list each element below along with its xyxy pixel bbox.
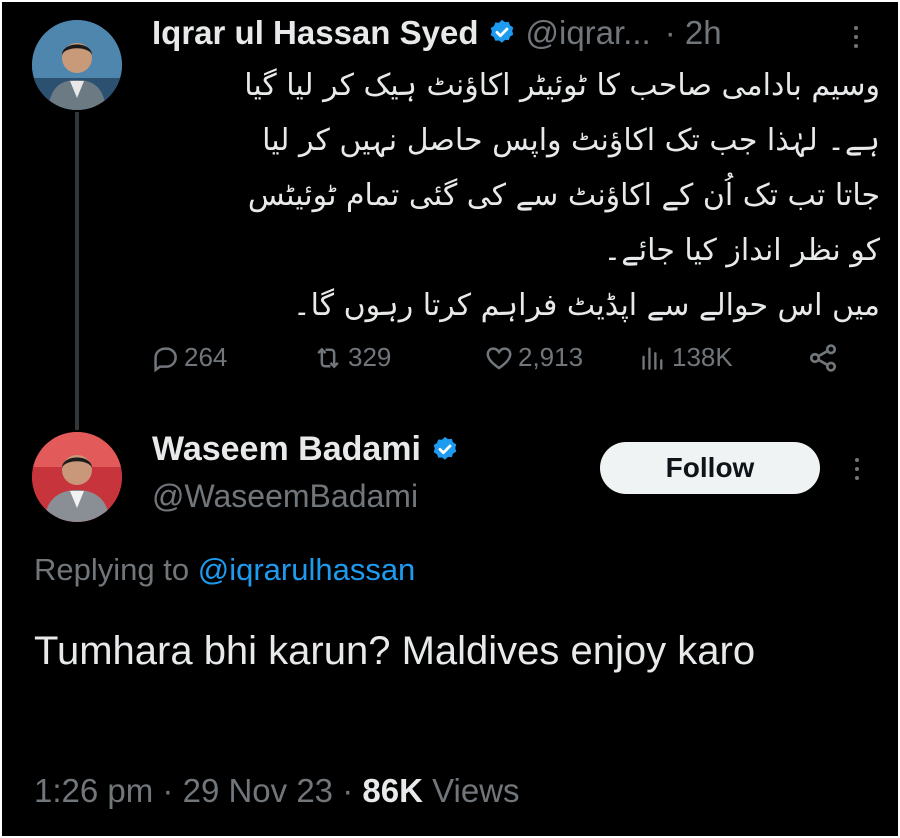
tweet-date[interactable]: 29 Nov 23	[183, 772, 333, 809]
original-author-row: Iqrar ul Hassan Syed @iqrar... · 2h	[152, 14, 722, 52]
repost-count: 329	[348, 342, 392, 372]
reply-count: 264	[184, 342, 228, 372]
tweet-line: وسیم بادامی صاحب کا ٹوئیٹر اکاؤنٹ ہیک کر…	[244, 68, 880, 103]
thread-connector-line	[75, 112, 79, 430]
share-action[interactable]	[806, 342, 840, 374]
more-options-icon[interactable]	[855, 458, 859, 480]
repost-action[interactable]: 329	[312, 342, 391, 373]
replying-to-label: Replying to	[34, 552, 190, 587]
heart-icon	[486, 346, 512, 369]
reply-tweet-text: Tumhara bhi karun? Maldives enjoy karo	[34, 629, 756, 673]
original-author-name[interactable]: Iqrar ul Hassan Syed	[152, 14, 478, 52]
reply-action[interactable]: 264	[150, 342, 227, 373]
avatar-waseem[interactable]	[32, 432, 122, 522]
like-count: 2,913	[518, 342, 584, 372]
share-icon	[809, 344, 837, 372]
original-tweet-time[interactable]: · 2h	[665, 14, 722, 52]
meta-separator: ·	[342, 772, 363, 809]
like-action[interactable]: 2,913	[484, 342, 583, 373]
follow-button[interactable]: Follow	[600, 442, 820, 494]
reply-author-row: Waseem Badami	[152, 430, 460, 469]
replying-to-handle-link[interactable]: @iqrarulhassan	[198, 552, 416, 587]
views-action[interactable]: 138K	[640, 342, 733, 373]
verified-badge-icon	[487, 18, 517, 48]
reply-author-name[interactable]: Waseem Badami	[152, 430, 421, 469]
tweet-time[interactable]: 1:26 pm	[34, 772, 153, 809]
tweet-views-count: 86K	[362, 772, 423, 809]
analytics-icon	[642, 346, 663, 370]
reply-author-handle[interactable]: @WaseemBadami	[152, 478, 418, 515]
tweet-line: کو نظر انداز کیا جائے۔	[603, 233, 880, 268]
tweet-meta: 1:26 pm · 29 Nov 23 · 86K Views	[34, 772, 520, 810]
avatar-iqrar[interactable]	[32, 20, 122, 110]
view-count: 138K	[672, 342, 733, 372]
tweet-views-label: Views	[432, 772, 520, 809]
repost-icon	[317, 347, 339, 368]
replying-to: Replying to @iqrarulhassan	[34, 552, 415, 588]
verified-badge-icon	[430, 435, 460, 465]
tweet-thread: Iqrar ul Hassan Syed @iqrar... · 2h وسیم…	[2, 2, 898, 836]
tweet-line: جاتا تب تک اُن کے اکاؤنٹ سے کی گئی تمام …	[247, 178, 880, 213]
tweet-line: میں اس حوالے سے اپڈیٹ فراہم کرتا رہوں گا…	[293, 288, 880, 323]
more-options-icon[interactable]	[854, 26, 858, 48]
tweet-line: ہے۔ لہٰذا جب تک اکاؤنٹ واپس حاصل نہیں کر…	[262, 123, 880, 158]
tweet-actions-bar: 264 329 2,913 138K	[150, 338, 850, 382]
meta-separator: ·	[162, 772, 183, 809]
original-tweet-text: وسیم بادامی صاحب کا ٹوئیٹر اکاؤنٹ ہیک کر…	[152, 58, 880, 333]
original-author-handle[interactable]: @iqrar...	[525, 14, 650, 52]
reply-icon	[154, 346, 177, 372]
